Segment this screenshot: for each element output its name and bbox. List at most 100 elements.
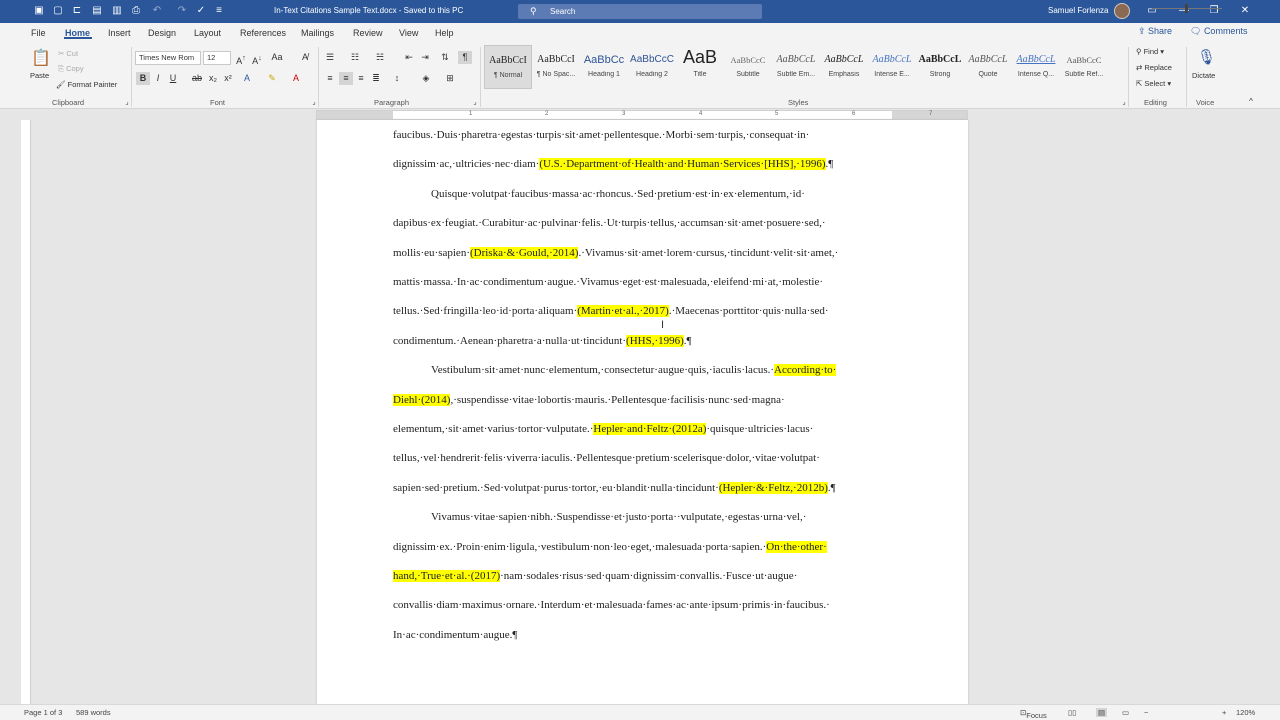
style-emphasis[interactable]: AaBbCcL Emphasis [820, 45, 868, 89]
document-line[interactable]: faucibus.·Duis·pharetra·egestas·turpis·s… [393, 129, 809, 141]
document-line[interactable]: tellus,·vel·hendrerit·felis·viverra·iacu… [393, 452, 820, 464]
strikethrough-icon[interactable]: ab [190, 72, 204, 85]
bullets-icon[interactable]: ☰ [323, 51, 337, 64]
zoom-in-icon[interactable]: + [1222, 708, 1226, 717]
style-subtitle[interactable]: AaBbCcC Subtitle [724, 45, 772, 89]
font-name-combo[interactable]: Times New Rom [135, 51, 201, 65]
replace-button[interactable]: ⇄ Replace [1136, 63, 1172, 72]
font-color-icon[interactable]: A [289, 72, 303, 85]
comments-button[interactable]: 🗨 Comments [1190, 26, 1247, 37]
horizontal-ruler[interactable]: 1 2 3 4 5 6 7 [316, 110, 968, 120]
highlight-color-icon[interactable]: ✎ [265, 72, 279, 85]
numbering-icon[interactable]: ☷ [348, 51, 362, 64]
open-folder-icon[interactable]: ⊏ [70, 4, 84, 18]
shading-icon[interactable]: ◈ [419, 72, 433, 85]
vertical-ruler[interactable] [21, 120, 31, 705]
document-line[interactable]: Vivamus·vitae·sapien·nibh.·Suspendisse·e… [431, 511, 806, 523]
clear-formatting-icon[interactable]: A̸ [298, 51, 312, 64]
document-line[interactable]: Diehl·(2014),·suspendisse·vitae·lobortis… [393, 393, 785, 406]
collapse-ribbon-icon[interactable]: ^ [1244, 95, 1258, 108]
style-heading-2[interactable]: AaBbCcC Heading 2 [628, 45, 676, 89]
document-line[interactable]: convallis·diam·maximus·ornare.·Interdum·… [393, 599, 830, 611]
document-page[interactable] [317, 120, 968, 710]
document-line[interactable]: mollis·eu·sapien·(Driska·&·Gould,·2014).… [393, 246, 838, 259]
style-intense-quote[interactable]: AaBbCcL Intense Q... [1012, 45, 1060, 89]
select-button[interactable]: ⇱ Select ▾ [1136, 79, 1171, 88]
line-spacing-icon[interactable]: ↕ [390, 72, 404, 85]
decrease-indent-icon[interactable]: ⇤ [402, 51, 416, 64]
style-no-spacing[interactable]: AaBbCcI ¶ No Spac... [532, 45, 580, 89]
page-count[interactable]: Page 1 of 3 [24, 708, 62, 717]
document-line[interactable]: mattis·massa.·In·ac·condimentum·augue.·V… [393, 276, 823, 288]
font-size-combo[interactable]: 12 [203, 51, 231, 65]
zoom-slider-thumb[interactable] [1185, 4, 1188, 13]
save-icon[interactable]: ▤ [90, 4, 104, 18]
share-button[interactable]: ⇪ Share [1138, 26, 1172, 37]
format-painter-button[interactable]: 🖌 Format Painter [56, 80, 117, 89]
print-layout-icon[interactable]: ▤ [1096, 708, 1108, 717]
paste-button[interactable]: Paste [30, 71, 49, 80]
find-button[interactable]: ⚲ Find ▾ [1136, 47, 1164, 56]
superscript-icon[interactable]: x² [221, 72, 235, 85]
minimize-icon[interactable]: — [1176, 4, 1192, 18]
show-formatting-icon[interactable]: ¶ [458, 51, 472, 64]
microphone-icon[interactable]: 🎙 [1197, 47, 1216, 69]
style-strong[interactable]: AaBbCcL Strong [916, 45, 964, 89]
style-subtle-emphasis[interactable]: AaBbCcL Subtle Em... [772, 45, 820, 89]
italic-icon[interactable]: I [151, 72, 165, 85]
sort-icon[interactable]: ⇅ [438, 51, 452, 64]
document-line[interactable]: dignissim·ac,·ultricies·nec·diam·(U.S.·D… [393, 158, 833, 171]
multilevel-list-icon[interactable]: ☵ [373, 51, 387, 64]
word-count[interactable]: 589 words [76, 708, 111, 717]
ribbon-display-icon[interactable]: ▭ [1144, 4, 1160, 18]
style-normal[interactable]: AaBbCcI ¶ Normal [484, 45, 532, 89]
cut-button[interactable]: ✂ Cut [58, 49, 78, 58]
tab-references[interactable]: References [240, 28, 286, 38]
read-mode-icon[interactable]: ▯▯ [1068, 708, 1076, 717]
document-line[interactable]: dapibus·ex·feugiat.·Curabitur·ac·pulvina… [393, 217, 826, 229]
bold-icon[interactable]: B [136, 72, 150, 85]
redo-icon[interactable]: ↷ [175, 4, 189, 18]
restore-icon[interactable]: ❐ [1206, 4, 1222, 18]
subscript-icon[interactable]: x₂ [206, 72, 220, 85]
document-line[interactable]: dignissim·ex.·Proin·enim·ligula,·vestibu… [393, 540, 827, 553]
increase-indent-icon[interactable]: ⇥ [418, 51, 432, 64]
style-title[interactable]: AaB Title [676, 45, 724, 89]
style-intense-emphasis[interactable]: AaBbCcL Intense E... [868, 45, 916, 89]
underline-icon[interactable]: U [166, 72, 180, 85]
undo-icon[interactable]: ↶ [150, 4, 164, 18]
document-line[interactable]: Quisque·volutpat·faucibus·massa·ac·rhonc… [431, 188, 805, 200]
document-line[interactable]: hand,·True·et·al.·(2017)·nam·sodales·ris… [393, 570, 797, 582]
search-box[interactable]: ⚲ Search [518, 4, 762, 19]
align-left-icon[interactable]: ≡ [323, 72, 337, 85]
grow-font-icon[interactable]: A↑ [234, 51, 248, 66]
tab-view[interactable]: View [399, 28, 418, 38]
new-doc-icon[interactable]: ▢ [51, 4, 65, 18]
document-line[interactable]: tellus.·Sed·fringilla·leo·id·porta·aliqu… [393, 305, 829, 318]
style-quote[interactable]: AaBbCcL Quote [964, 45, 1012, 89]
web-layout-icon[interactable]: ▭ [1122, 708, 1129, 717]
close-icon[interactable]: ✕ [1237, 4, 1253, 18]
tab-design[interactable]: Design [148, 28, 176, 38]
paste-icon[interactable]: 📋 [31, 49, 51, 69]
style-heading-1[interactable]: AaBbCc Heading 1 [580, 45, 628, 89]
change-case-icon[interactable]: Aa [270, 51, 284, 64]
tab-layout[interactable]: Layout [194, 28, 221, 38]
document-line[interactable]: sapien·sed·pretium.·Sed·volutpat·purus·t… [393, 481, 836, 494]
tab-review[interactable]: Review [353, 28, 383, 38]
zoom-out-icon[interactable]: − [1144, 708, 1148, 717]
spelling-icon[interactable]: ✓ [194, 4, 208, 18]
text-effects-icon[interactable]: A [240, 72, 254, 85]
autosave-icon[interactable]: ▣ [32, 4, 46, 18]
copy-button[interactable]: ⎘ Copy [58, 64, 84, 74]
user-name[interactable]: Samuel Forlenza [1048, 6, 1108, 15]
document-line[interactable]: In·ac·condimentum·augue.¶ [393, 629, 517, 641]
print-icon[interactable]: ⎙ [129, 4, 143, 18]
shrink-font-icon[interactable]: A↓ [250, 51, 264, 66]
tab-insert[interactable]: Insert [108, 28, 131, 38]
document-line[interactable]: condimentum.·Aenean·pharetra·a·nulla·ut·… [393, 334, 692, 347]
tab-help[interactable]: Help [435, 28, 454, 38]
avatar[interactable] [1114, 3, 1130, 19]
tab-file[interactable]: File [31, 28, 46, 38]
document-line[interactable]: Vestibulum·sit·amet·nunc·elementum,·cons… [431, 364, 837, 377]
